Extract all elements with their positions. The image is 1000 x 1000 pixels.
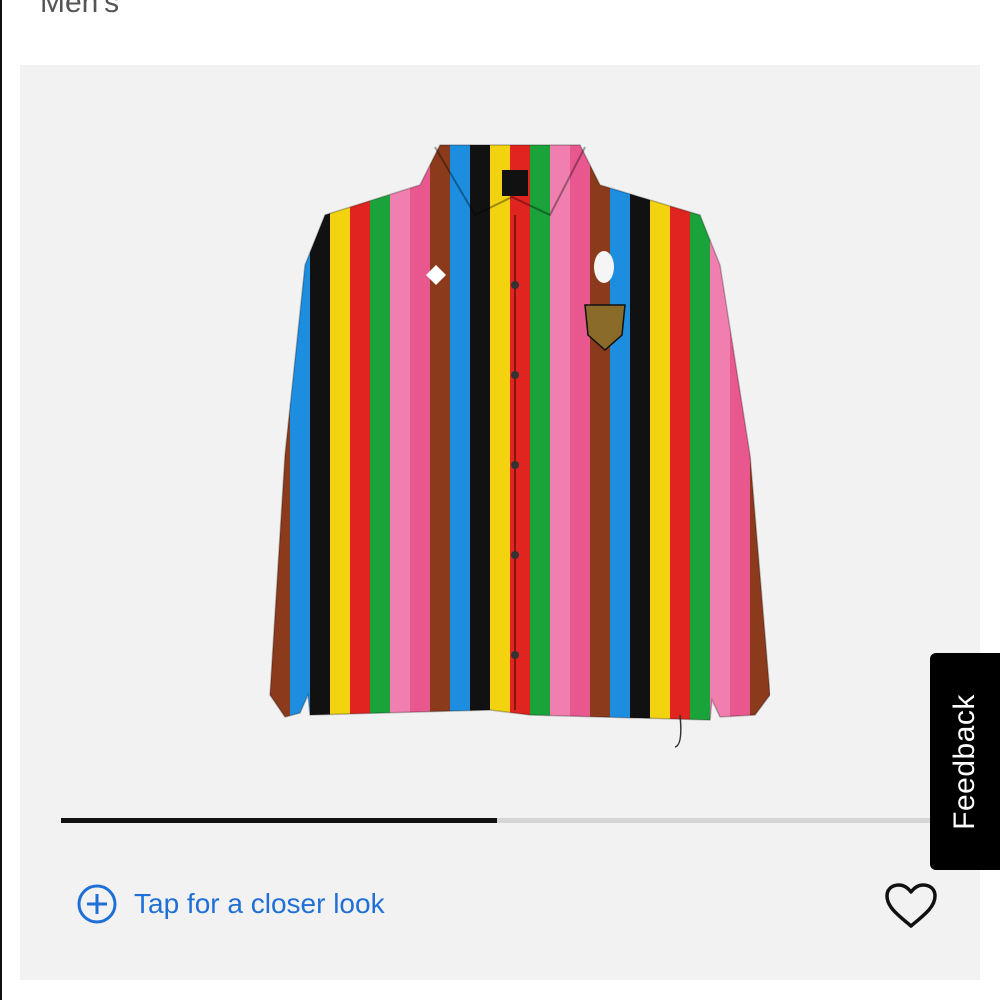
- plus-circle-icon: [77, 884, 117, 924]
- feedback-label: Feedback: [948, 693, 981, 830]
- jacket-stripe: [610, 145, 631, 720]
- gallery-progress: [61, 818, 933, 823]
- jacket-stripe: [270, 145, 291, 720]
- jacket-stripe: [570, 145, 591, 720]
- left-edge-rule: [0, 0, 2, 1000]
- jacket-stripe: [490, 145, 511, 720]
- jacket-stripe: [370, 145, 391, 720]
- jacket-stripe: [630, 145, 651, 720]
- jacket-stripe: [690, 145, 711, 720]
- product-gallery[interactable]: Tap for a closer look: [20, 65, 980, 980]
- heart-outline-icon[interactable]: [884, 882, 938, 930]
- jacket-stripe: [670, 145, 691, 720]
- feedback-tab[interactable]: Feedback: [930, 653, 1000, 870]
- jacket-stripe: [290, 145, 311, 720]
- jacket-stripe: [390, 145, 411, 720]
- jacket-stripe: [590, 145, 611, 720]
- category-label: Men's: [40, 0, 120, 19]
- jacket-stripe: [710, 145, 731, 720]
- jacket-stripe: [550, 145, 571, 720]
- closer-look-label: Tap for a closer look: [134, 888, 385, 919]
- jacket-stripe: [430, 145, 451, 720]
- jacket-stripe: [530, 145, 551, 720]
- jacket-stripe: [470, 145, 491, 720]
- jacket-stripe: [330, 145, 351, 720]
- gallery-progress-fill: [61, 818, 497, 823]
- jacket-stripe: [350, 145, 371, 720]
- product-image[interactable]: [250, 135, 770, 755]
- jacket-stripe: [410, 145, 431, 720]
- jacket-stripe: [270, 145, 271, 720]
- jacket-stripe: [510, 145, 531, 720]
- jacket-stripe: [650, 145, 671, 720]
- closer-look-button[interactable]: Tap for a closer look: [76, 883, 385, 925]
- jacket-stripe: [450, 145, 471, 720]
- jacket-stripe: [730, 145, 751, 720]
